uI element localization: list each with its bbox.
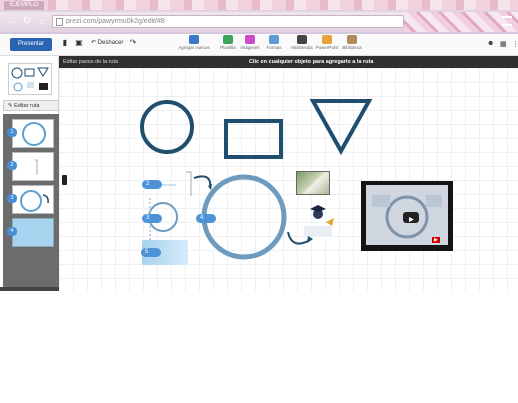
- curved-arrow[interactable]: [193, 175, 212, 189]
- arrow-head: [307, 236, 313, 243]
- photo-image[interactable]: [296, 171, 330, 195]
- youtube-logo: ▶: [432, 237, 440, 243]
- triangle-shape[interactable]: [309, 99, 373, 156]
- circle-shape[interactable]: [140, 100, 194, 154]
- large-circle-frame[interactable]: [201, 174, 287, 260]
- bracket-frame[interactable]: [186, 171, 192, 196]
- graduate-icon[interactable]: [304, 205, 334, 236]
- sidebar-collapse-handle[interactable]: [62, 175, 67, 185]
- path-step-marker[interactable]: 2: [142, 180, 162, 189]
- rectangle-shape[interactable]: [224, 119, 283, 159]
- path-step-marker[interactable]: 5: [141, 248, 161, 257]
- video-embed[interactable]: ▶: [361, 181, 453, 251]
- path-step-marker[interactable]: 3: [142, 214, 162, 223]
- add-view-label: Agregar vista actual: [14, 397, 59, 403]
- add-current-view-button[interactable]: ⊕ Agregar vista actual: [9, 397, 59, 403]
- sidebar-footer: [0, 287, 59, 291]
- path-step-marker[interactable]: 4: [196, 214, 216, 223]
- video-thumbnail: ▶: [366, 185, 448, 245]
- play-button[interactable]: [403, 212, 419, 223]
